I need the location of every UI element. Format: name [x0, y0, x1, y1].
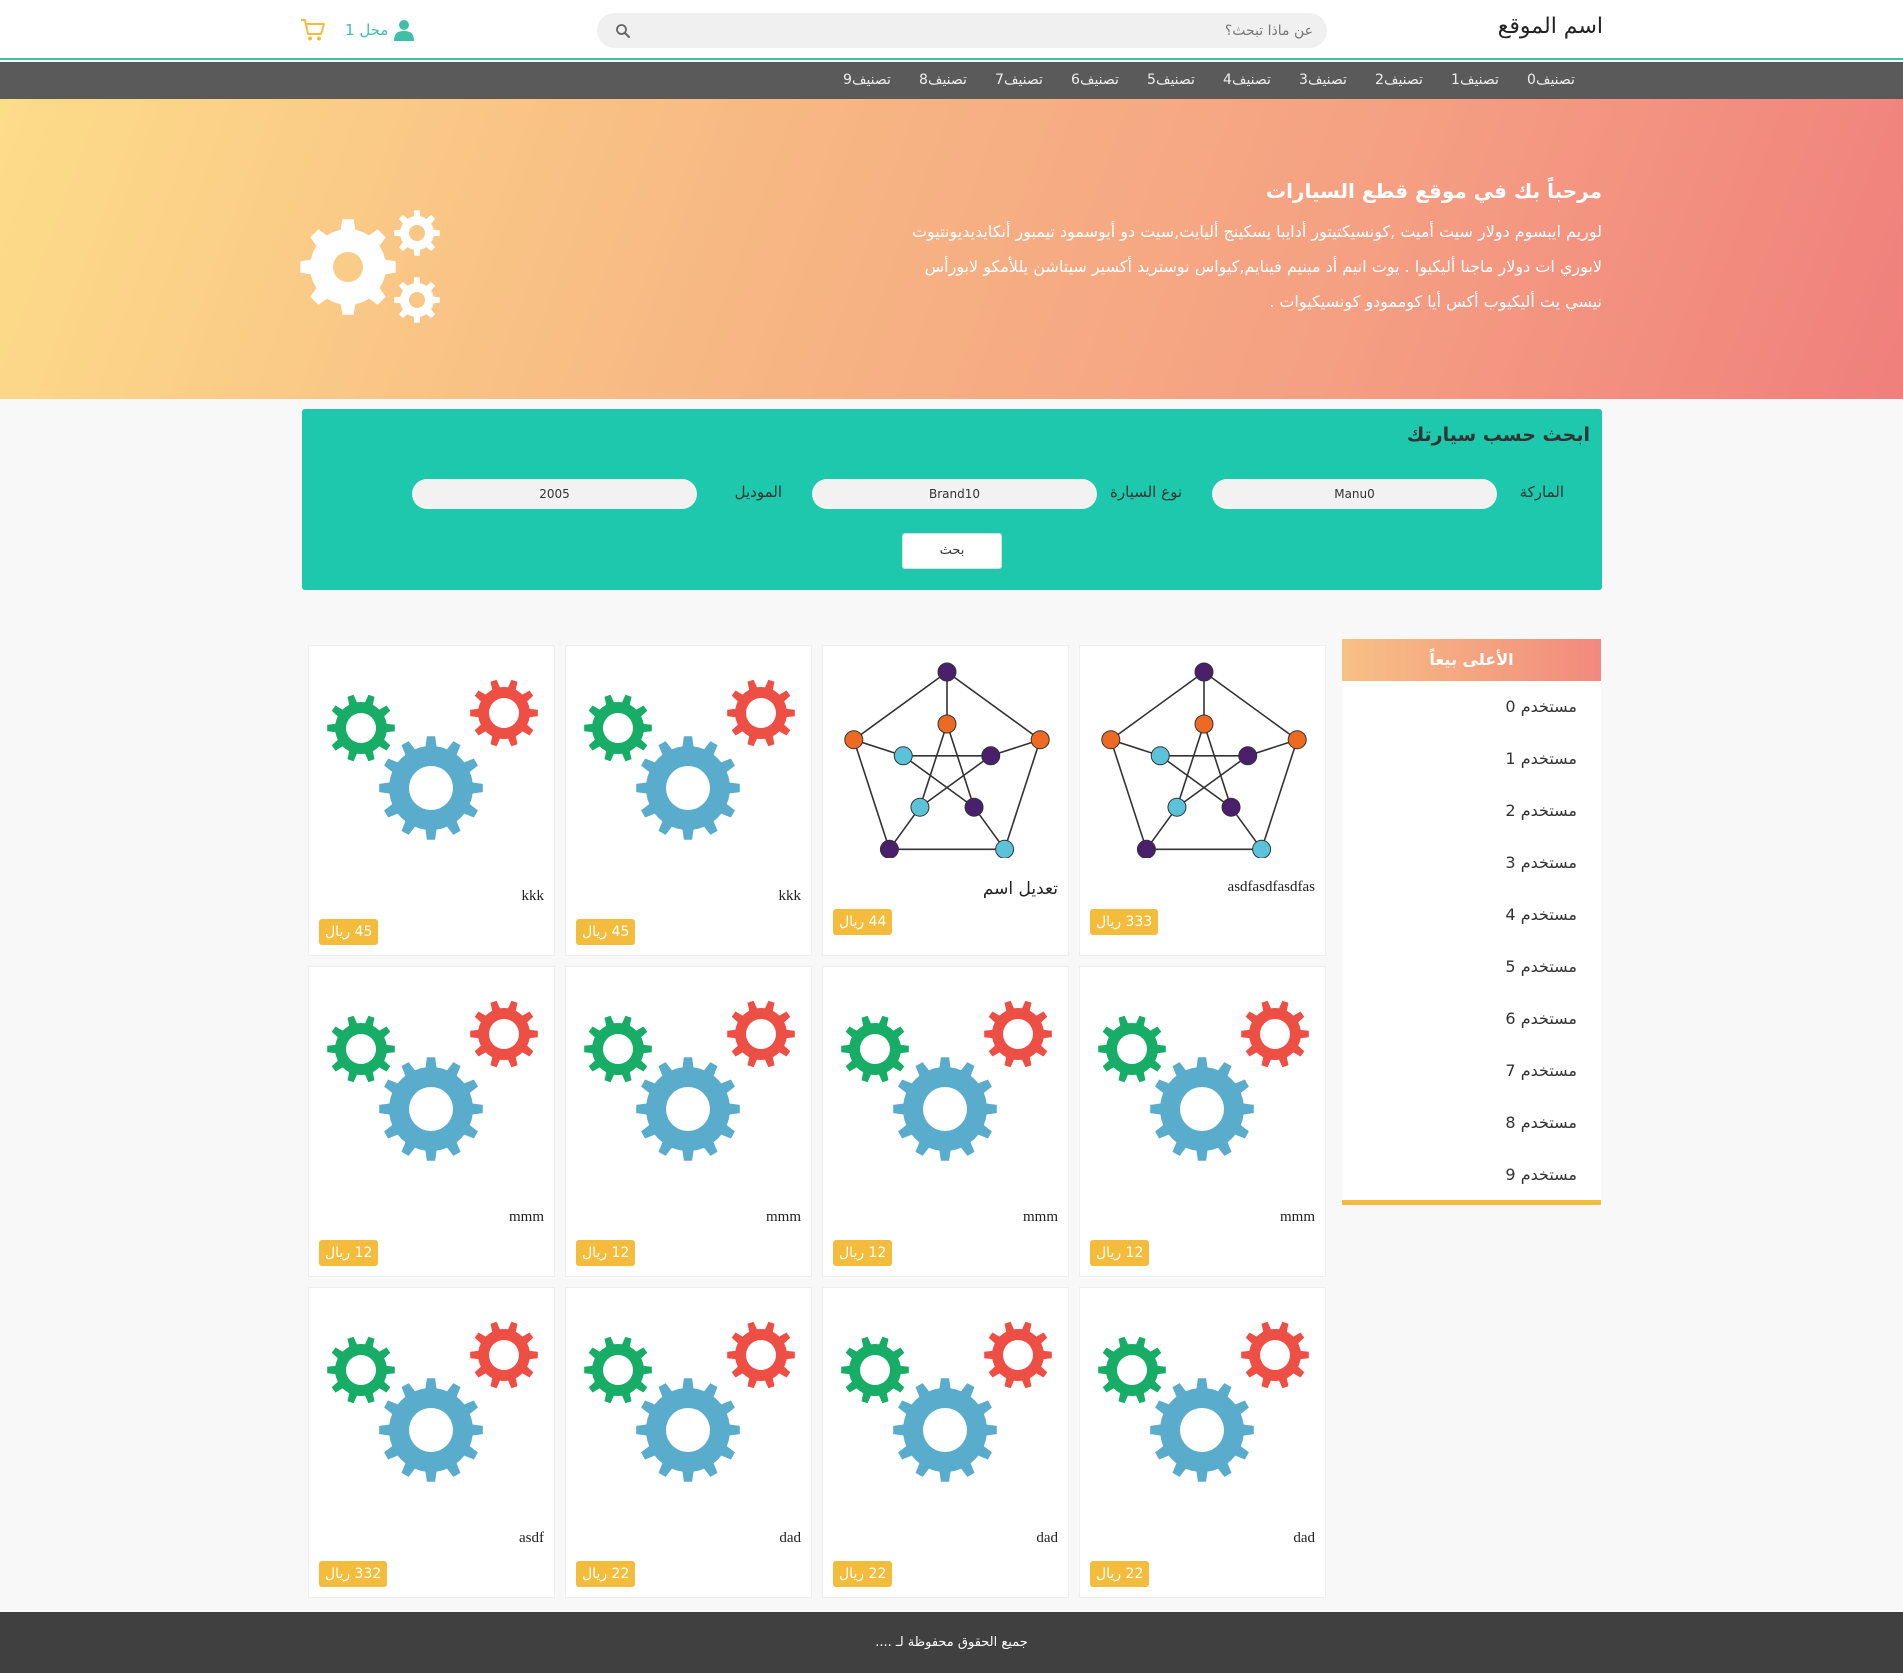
- product-card[interactable]: mmm 12 ريال: [822, 966, 1069, 1277]
- price-badge: 45 ريال: [576, 919, 636, 945]
- nav-item[interactable]: تصنيف8: [905, 62, 981, 99]
- product-name[interactable]: dad: [1036, 1530, 1058, 1547]
- product-card[interactable]: dad 22 ريال: [822, 1287, 1069, 1598]
- product-card[interactable]: dad 22 ريال: [1079, 1287, 1326, 1598]
- price-badge: 12 ريال: [833, 1240, 893, 1266]
- sidebar-item[interactable]: مستخدم 0: [1342, 681, 1601, 733]
- nav-item[interactable]: تصنيف9: [829, 62, 905, 99]
- sidebar-item[interactable]: مستخدم 4: [1342, 889, 1601, 941]
- sidebar-item[interactable]: مستخدم 5: [1342, 941, 1601, 993]
- car-search-title: ابحث حسب سيارتك: [1406, 424, 1590, 446]
- price-badge: 45 ريال: [319, 919, 379, 945]
- product-image-gears[interactable]: [578, 658, 801, 858]
- model-label: الموديل: [734, 483, 782, 501]
- sidebar-item[interactable]: مستخدم 7: [1342, 1045, 1601, 1097]
- product-image-gears[interactable]: [578, 1300, 801, 1500]
- nav-item[interactable]: تصنيف7: [981, 62, 1057, 99]
- nav-item[interactable]: تصنيف5: [1133, 62, 1209, 99]
- nav-item[interactable]: تصنيف3: [1285, 62, 1361, 99]
- product-image-gears[interactable]: [835, 979, 1058, 1179]
- search-input[interactable]: [673, 13, 1313, 48]
- nav-item[interactable]: تصنيف2: [1361, 62, 1437, 99]
- product-name[interactable]: mmm: [1280, 1209, 1315, 1226]
- product-image-graph[interactable]: [835, 658, 1058, 858]
- sidebar-item[interactable]: مستخدم 3: [1342, 837, 1601, 889]
- brand-select[interactable]: Manu0: [1212, 479, 1497, 509]
- product-card[interactable]: mmm 12 ريال: [565, 966, 812, 1277]
- site-footer: جميع الحقوق محفوظة لـ ....: [0, 1612, 1903, 1673]
- site-name[interactable]: اسم الموقع: [1498, 14, 1603, 39]
- user-icon: [394, 20, 415, 41]
- car-type-select[interactable]: Brand10: [812, 479, 1097, 509]
- nav-item[interactable]: تصنيف1: [1437, 62, 1513, 99]
- product-card[interactable]: تعديل اسم 44 ريال: [822, 645, 1069, 956]
- product-image-graph[interactable]: [1092, 658, 1315, 858]
- search-bar[interactable]: [597, 13, 1327, 48]
- nav-item[interactable]: تصنيف0: [1513, 62, 1589, 99]
- hero-title: مرحباً بك في موقع قطع السيارات: [1266, 179, 1602, 203]
- product-name[interactable]: asdf: [519, 1530, 544, 1547]
- product-image-gears[interactable]: [578, 979, 801, 1179]
- car-type-label: نوع السيارة: [1110, 483, 1182, 501]
- model-select[interactable]: 2005: [412, 479, 697, 509]
- price-badge: 332 ريال: [319, 1561, 388, 1587]
- product-card[interactable]: dad 22 ريال: [565, 1287, 812, 1598]
- product-name[interactable]: mmm: [509, 1209, 544, 1226]
- sidebar-item[interactable]: مستخدم 8: [1342, 1097, 1601, 1149]
- car-search-panel: ابحث حسب سيارتك الماركة Manu0 نوع السيار…: [302, 409, 1602, 590]
- hero-banner: مرحباً بك في موقع قطع السيارات لوريم ايب…: [0, 99, 1903, 399]
- product-card[interactable]: mmm 12 ريال: [1079, 966, 1326, 1277]
- brand-label: الماركة: [1519, 483, 1564, 501]
- product-image-gears[interactable]: [321, 1300, 544, 1500]
- price-badge: 22 ريال: [833, 1561, 893, 1587]
- price-badge: 44 ريال: [833, 909, 893, 935]
- price-badge: 22 ريال: [1090, 1561, 1150, 1587]
- price-badge: 22 ريال: [576, 1561, 636, 1587]
- product-card[interactable]: asdf 332 ريال: [308, 1287, 555, 1598]
- nav-item[interactable]: تصنيف4: [1209, 62, 1285, 99]
- copyright-text: جميع الحقوق محفوظة لـ ....: [875, 1635, 1028, 1650]
- user-account-link[interactable]: محل 1: [345, 19, 415, 41]
- best-sellers-sidebar: الأعلى بيعاً مستخدم 0 مستخدم 1 مستخدم 2 مست…: [1342, 639, 1601, 1205]
- site-header: اسم الموقع محل 1: [0, 0, 1903, 60]
- product-grid: asdfasdfasdfas 333 ريال تعديل اسم 44 ريال kk…: [307, 645, 1327, 1600]
- product-image-gears[interactable]: [1092, 1300, 1315, 1500]
- product-name[interactable]: dad: [1293, 1530, 1315, 1547]
- nav-item[interactable]: تصنيف6: [1057, 62, 1133, 99]
- product-card[interactable]: kkk 45 ريال: [308, 645, 555, 956]
- search-icon[interactable]: [615, 23, 631, 39]
- product-image-gears[interactable]: [321, 979, 544, 1179]
- product-card[interactable]: kkk 45 ريال: [565, 645, 812, 956]
- price-badge: 12 ريال: [319, 1240, 379, 1266]
- product-image-gears[interactable]: [321, 658, 544, 858]
- product-image-gears[interactable]: [1092, 979, 1315, 1179]
- product-card[interactable]: mmm 12 ريال: [308, 966, 555, 1277]
- sidebar-item[interactable]: مستخدم 9: [1342, 1149, 1601, 1201]
- hero-text: لوريم ايبسوم دولار سيت أميت ,كونسيكتيتور…: [911, 222, 1602, 311]
- price-badge: 12 ريال: [576, 1240, 636, 1266]
- product-name[interactable]: kkk: [522, 888, 545, 905]
- product-card[interactable]: asdfasdfasdfas 333 ريال: [1079, 645, 1326, 956]
- price-badge: 12 ريال: [1090, 1240, 1150, 1266]
- sidebar-item[interactable]: مستخدم 2: [1342, 785, 1601, 837]
- product-name[interactable]: mmm: [1023, 1209, 1058, 1226]
- sidebar-title: الأعلى بيعاً: [1342, 639, 1601, 681]
- product-name[interactable]: asdfasdfasdfas: [1228, 879, 1315, 896]
- product-name[interactable]: kkk: [779, 888, 802, 905]
- sidebar-item[interactable]: مستخدم 6: [1342, 993, 1601, 1045]
- category-nav: تصنيف0 تصنيف1 تصنيف2 تصنيف3 تصنيف4 تصنيف5 تصني…: [0, 62, 1903, 99]
- car-search-button[interactable]: بحث: [902, 533, 1002, 569]
- product-name[interactable]: تعديل اسم: [983, 879, 1058, 899]
- cart-icon[interactable]: [300, 17, 326, 43]
- user-label: محل 1: [345, 21, 389, 39]
- price-badge: 333 ريال: [1090, 909, 1159, 935]
- product-name[interactable]: mmm: [766, 1209, 801, 1226]
- product-name[interactable]: dad: [779, 1530, 801, 1547]
- sidebar-item[interactable]: مستخدم 1: [1342, 733, 1601, 785]
- product-image-gears[interactable]: [835, 1300, 1058, 1500]
- gears-icon: [300, 210, 440, 323]
